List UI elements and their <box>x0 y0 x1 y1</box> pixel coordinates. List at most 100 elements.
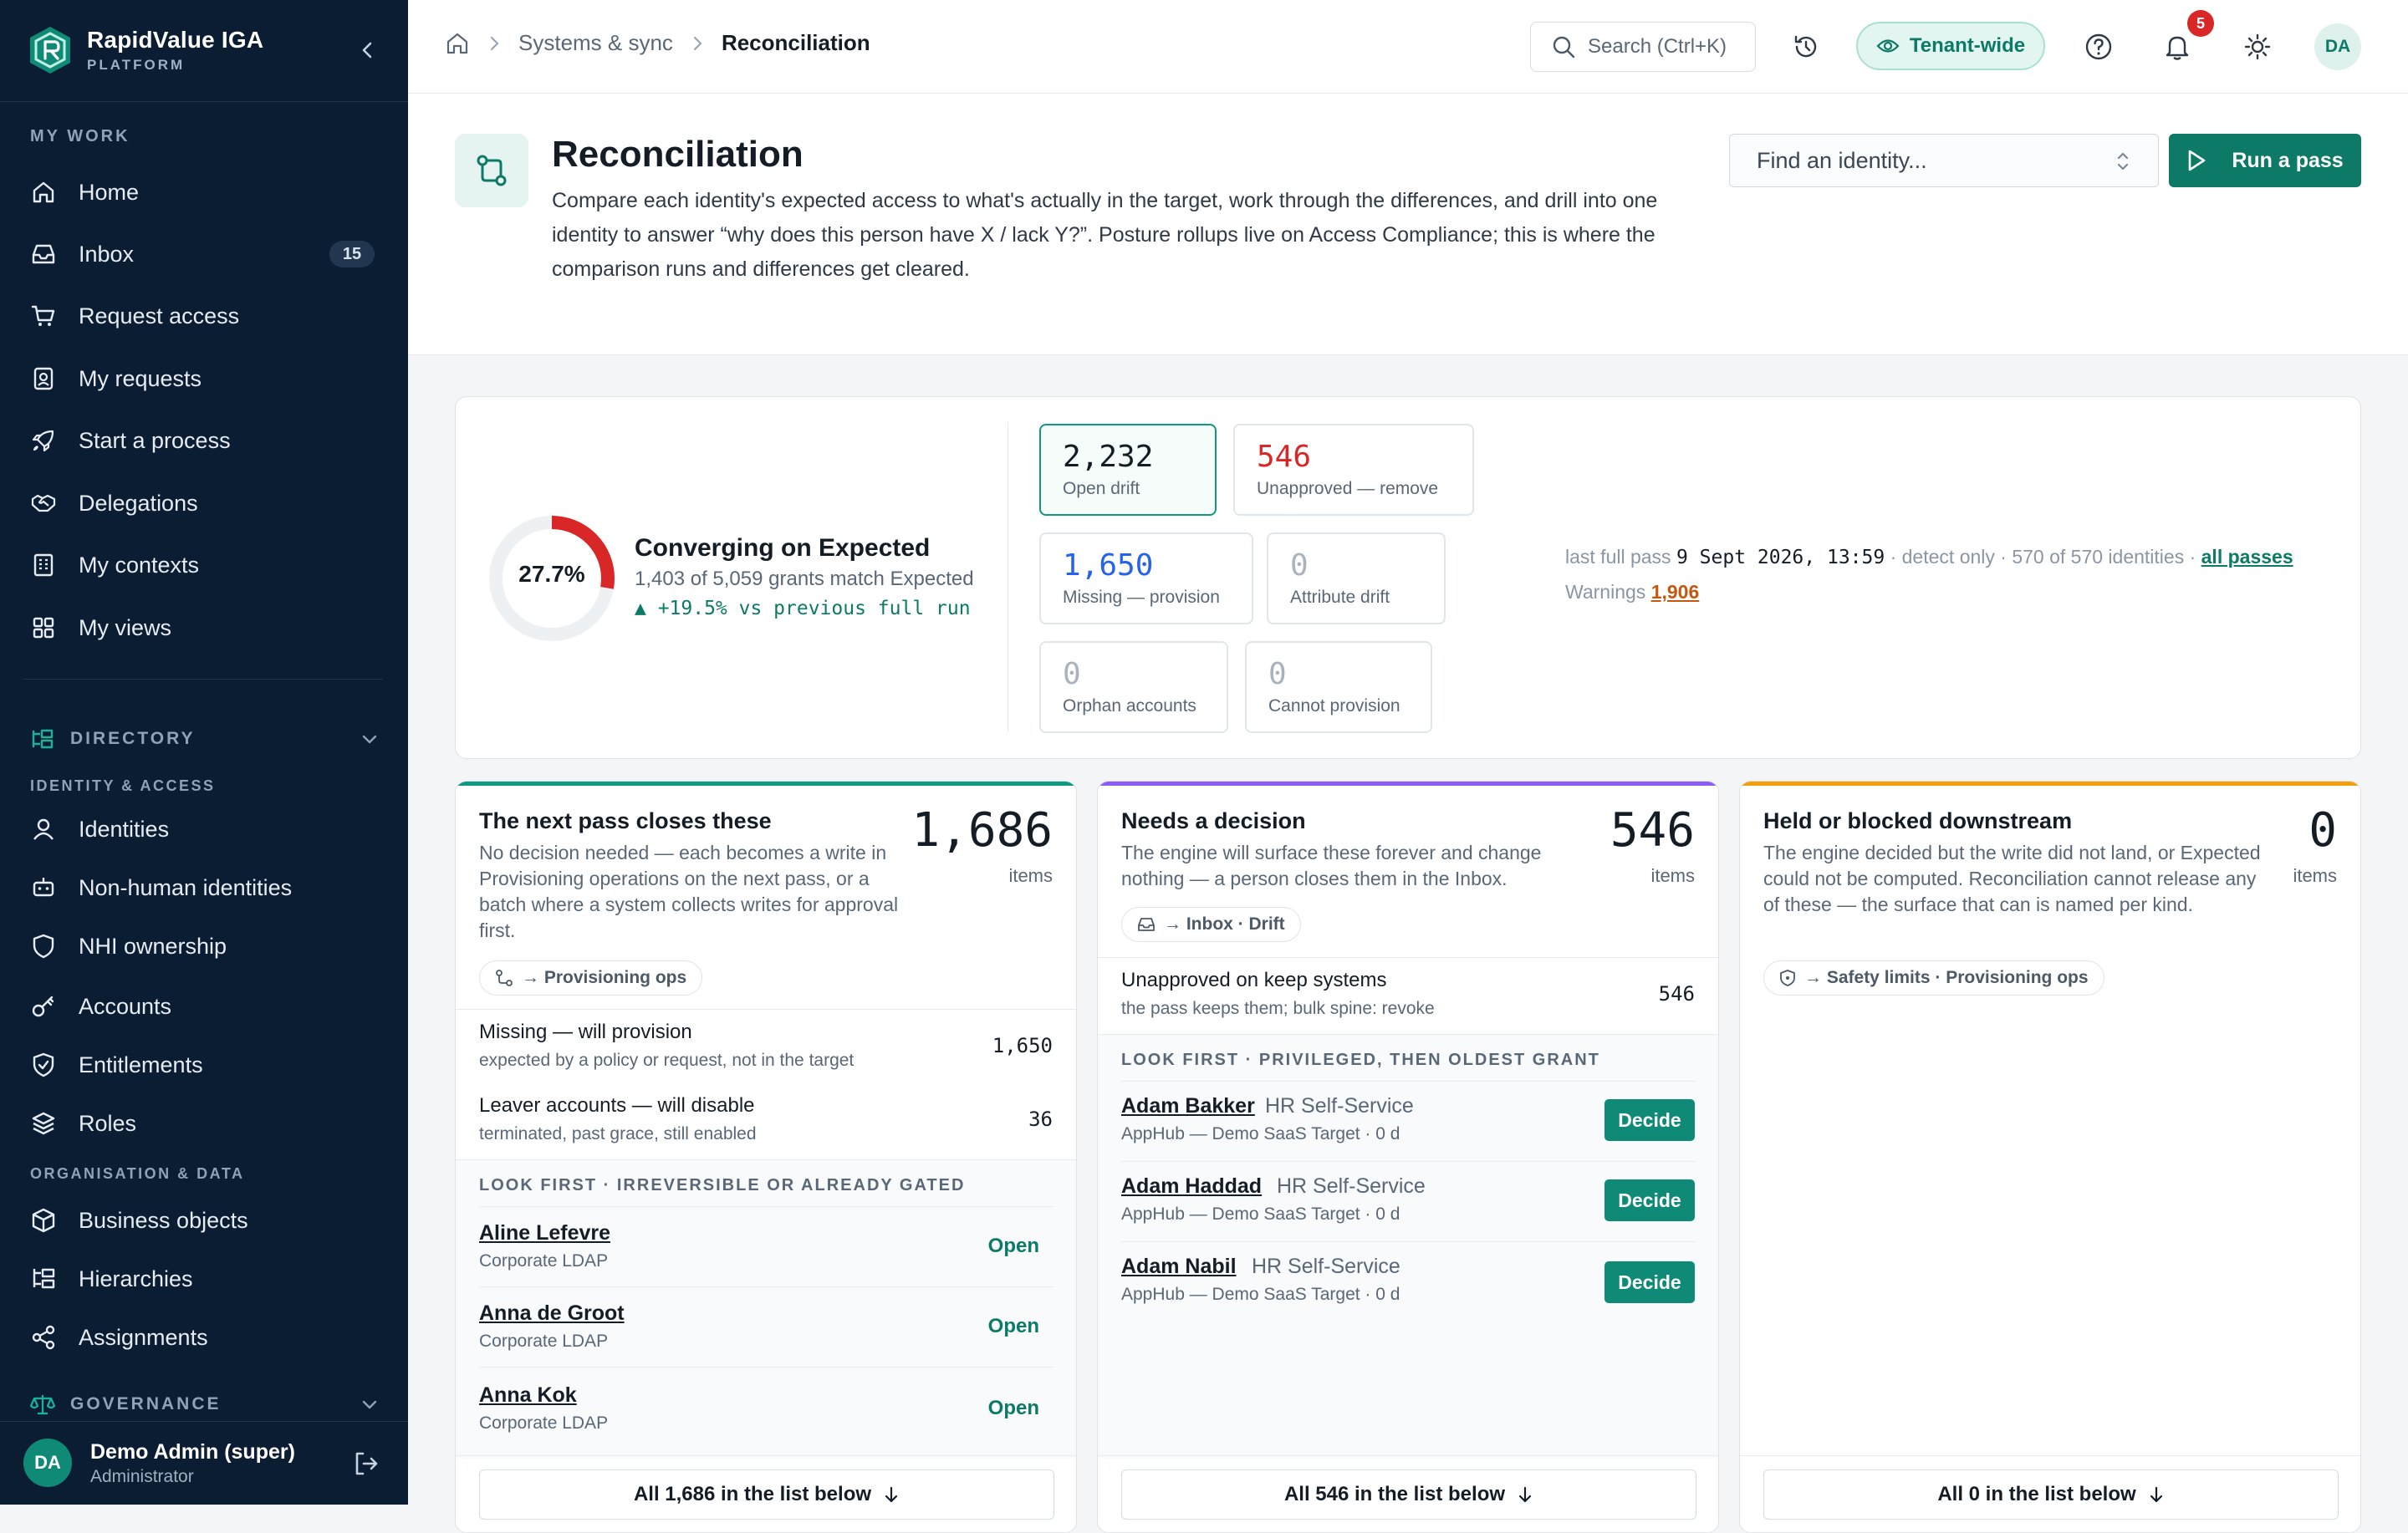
tile-value: 0 <box>1268 657 1287 691</box>
sidebar-group-label: GOVERNANCE <box>70 1394 222 1413</box>
breadcrumb-systems-sync[interactable]: Systems & sync <box>518 30 673 56</box>
sidebar-item-accounts[interactable]: Accounts <box>30 983 381 1030</box>
column-accent-bar <box>1098 782 1718 786</box>
box-icon <box>32 1208 55 1233</box>
run-pass-button[interactable]: Run a pass <box>2169 134 2361 187</box>
tile-unapproved-remove[interactable]: 546 Unapproved — remove <box>1233 424 1474 516</box>
sidebar-item-my-contexts[interactable]: My contexts <box>30 542 381 588</box>
sidebar-item-hierarchies[interactable]: Hierarchies <box>30 1255 381 1302</box>
reconciliation-summary-card: 27.7% Converging on Expected 1,403 of 5,… <box>455 396 2361 759</box>
page-title: Reconciliation <box>552 134 804 175</box>
all-passes-link[interactable]: all passes <box>2201 546 2293 568</box>
divider <box>479 1286 1054 1287</box>
handshake-icon <box>31 494 56 512</box>
identity-link[interactable]: Adam Bakker <box>1121 1094 1255 1118</box>
needs-decision-column: Needs a decision The engine will surface… <box>1097 781 1719 1533</box>
sidebar-item-delegations[interactable]: Delegations <box>30 480 381 527</box>
divider <box>1121 1241 1696 1242</box>
sidebar-group-directory[interactable]: DIRECTORY <box>30 722 381 756</box>
sidebar-item-inbox[interactable]: Inbox 15 <box>30 231 381 278</box>
avatar[interactable]: DA <box>23 1439 72 1487</box>
key-icon <box>32 996 54 1017</box>
sidebar-item-home[interactable]: Home <box>30 169 381 216</box>
notifications-button[interactable] <box>2159 28 2196 65</box>
identity-link[interactable]: Anna de Groot <box>479 1301 625 1326</box>
tile-missing-provision[interactable]: 1,650 Missing — provision <box>1039 532 1253 624</box>
identity-role: HR Self-Service <box>1265 1094 1414 1118</box>
open-button[interactable]: Open <box>988 1235 1039 1258</box>
topbar: Systems & sync Reconciliation Search (Ct… <box>408 0 2408 94</box>
column-title: Needs a decision <box>1121 808 1306 833</box>
row-value: 1,650 <box>992 1034 1053 1057</box>
reconciliation-icon <box>455 134 528 207</box>
identity-source: Corporate LDAP <box>479 1251 609 1271</box>
theme-toggle-button[interactable] <box>2239 28 2276 65</box>
row-subtitle: terminated, past grace, still enabled <box>479 1124 757 1143</box>
open-button[interactable]: Open <box>988 1315 1039 1338</box>
tile-open-drift[interactable]: 2,232 Open drift <box>1039 424 1217 516</box>
sidebar-item-entitlements[interactable]: Entitlements <box>30 1042 381 1088</box>
sidebar-item-request-access[interactable]: Request access <box>30 293 381 339</box>
sidebar-item-roles[interactable]: Roles <box>30 1100 381 1147</box>
sidebar-item-my-views[interactable]: My views <box>30 604 381 651</box>
view-all-next-button[interactable]: All 1,686 in the list below <box>479 1469 1054 1520</box>
decide-button[interactable]: Decide <box>1604 1099 1695 1141</box>
inbox-icon <box>32 244 55 264</box>
sidebar-item-label: Identities <box>79 816 170 842</box>
tile-orphan-accounts[interactable]: 0 Orphan accounts <box>1039 641 1228 733</box>
column-title: The next pass closes these <box>479 808 772 833</box>
tile-caption: Orphan accounts <box>1063 696 1196 716</box>
global-search-input[interactable]: Search (Ctrl+K) <box>1530 22 1756 72</box>
sidebar-item-label: Hierarchies <box>79 1266 193 1291</box>
sidebar-item-nhi-ownership[interactable]: NHI ownership <box>30 923 381 970</box>
brand[interactable]: RapidValue IGA PLATFORM <box>27 25 263 75</box>
help-button[interactable] <box>2080 28 2117 65</box>
column-accent-bar <box>456 782 1076 786</box>
history-button[interactable] <box>1788 28 1824 65</box>
identity-link[interactable]: Anna Kok <box>479 1383 577 1408</box>
provisioning-ops-link[interactable]: → Provisioning ops <box>479 960 703 996</box>
tile-attribute-drift[interactable]: 0 Attribute drift <box>1267 532 1446 624</box>
sidebar-item-assignments[interactable]: Assignments <box>30 1314 381 1361</box>
logout-icon[interactable] <box>351 1449 381 1479</box>
last-pass-detail: · detect only · 570 of 570 identities · <box>1890 546 2196 568</box>
identity-link[interactable]: Aline Lefevre <box>479 1221 610 1245</box>
decide-button[interactable]: Decide <box>1604 1179 1695 1221</box>
collapse-sidebar-button[interactable] <box>351 37 385 64</box>
divider <box>456 1159 1076 1160</box>
sidebar-item-my-requests[interactable]: My requests <box>30 355 381 402</box>
sidebar-item-identities[interactable]: Identities <box>30 806 381 853</box>
sidebar-item-label: Accounts <box>79 993 172 1019</box>
view-all-decision-button[interactable]: All 546 in the list below <box>1121 1469 1696 1520</box>
sidebar-group-governance[interactable]: GOVERNANCE <box>30 1388 381 1421</box>
sidebar-item-start-process[interactable]: Start a process <box>30 417 381 464</box>
tile-value: 0 <box>1063 657 1081 691</box>
user-role: Administrator <box>90 1467 194 1486</box>
column-count: 0 <box>2309 803 2337 858</box>
chevron-updown-icon <box>2117 152 2129 171</box>
warnings-link[interactable]: 1,906 <box>1651 581 1700 603</box>
identity-link[interactable]: Adam Haddad <box>1121 1174 1262 1199</box>
sidebar-item-non-human-identities[interactable]: Non-human identities <box>30 864 381 911</box>
home-icon[interactable] <box>445 31 470 56</box>
tile-cannot-provision[interactable]: 0 Cannot provision <box>1245 641 1432 733</box>
brand-subtitle: PLATFORM <box>87 57 186 73</box>
chip-label: → Safety limits · Provisioning ops <box>1804 968 2089 987</box>
avatar[interactable]: DA <box>2314 23 2361 70</box>
safety-limits-link[interactable]: → Safety limits · Provisioning ops <box>1763 960 2104 996</box>
history-icon <box>1794 35 1817 58</box>
inbox-drift-link[interactable]: → Inbox · Drift <box>1121 907 1301 942</box>
identity-link[interactable]: Adam Nabil <box>1121 1255 1237 1279</box>
find-identity-select[interactable]: Find an identity... <box>1729 134 2159 187</box>
sidebar-divider <box>23 679 383 680</box>
convergence-delta: ▲ +19.5% vs previous full run <box>635 598 971 619</box>
bot-icon <box>33 878 54 897</box>
sidebar-section-my-work: MY WORK <box>30 127 130 145</box>
view-all-held-button[interactable]: All 0 in the list below <box>1763 1469 2339 1520</box>
column-description: No decision needed — each becomes a writ… <box>479 842 899 941</box>
open-button[interactable]: Open <box>988 1397 1039 1420</box>
decide-button[interactable]: Decide <box>1604 1261 1695 1303</box>
tenant-scope-toggle[interactable]: Tenant-wide <box>1856 22 2045 70</box>
sidebar-item-business-objects[interactable]: Business objects <box>30 1197 381 1244</box>
page-description: Compare each identity's expected access … <box>552 189 1658 281</box>
